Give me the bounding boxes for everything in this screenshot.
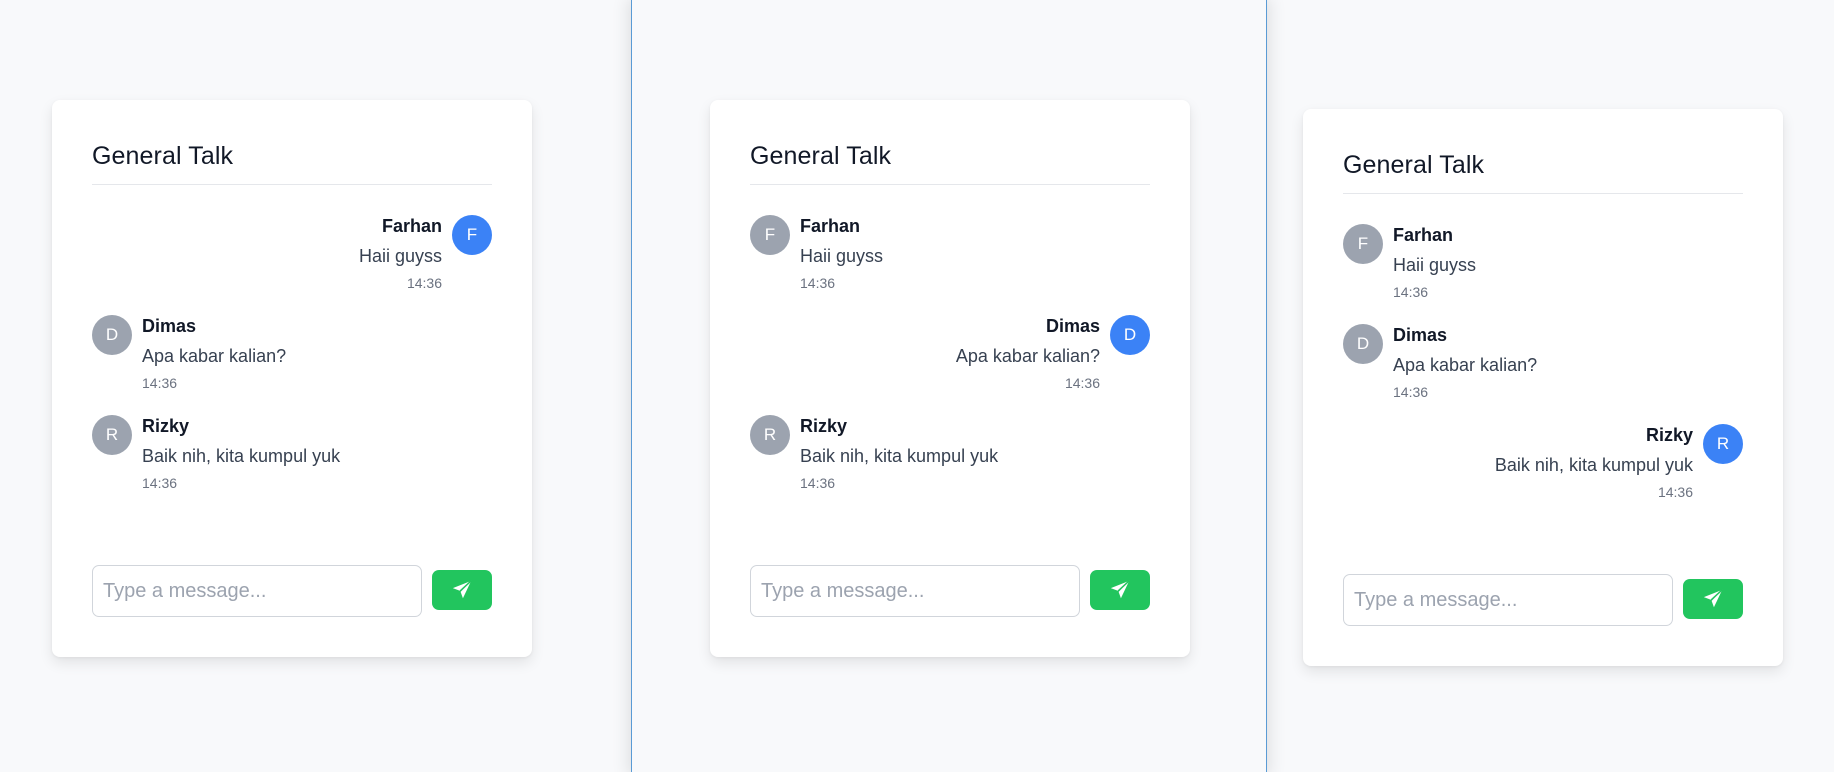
message-text: Apa kabar kalian?: [955, 346, 1100, 366]
sender-name: Rizky: [1645, 425, 1693, 445]
message-time: 14:36: [800, 275, 836, 291]
avatar[interactable]: F: [750, 215, 790, 255]
message-text: Haii guyss: [1393, 255, 1477, 275]
message-item: D Dimas Apa kabar kalian? 14:36: [92, 315, 492, 405]
sender-name: Rizky: [800, 416, 848, 436]
message-time: 14:36: [800, 475, 836, 491]
avatar[interactable]: D: [92, 315, 132, 355]
chat-title: General Talk: [92, 142, 234, 170]
message-text: Haii guyss: [358, 246, 442, 266]
message-text: Apa kabar kalian?: [142, 346, 287, 366]
message-time: 14:36: [1064, 375, 1100, 391]
message-text: Apa kabar kalian?: [1393, 355, 1538, 375]
sender-name: Dimas: [1045, 316, 1100, 336]
avatar[interactable]: D: [1343, 324, 1383, 364]
chat-panel-1: General Talk F Farhan Haii guyss 14:36 D…: [52, 100, 532, 657]
message-item: R Rizky Baik nih, kita kumpul yuk 14:36: [92, 415, 492, 505]
message-input[interactable]: [92, 565, 422, 617]
message-composer: [92, 565, 492, 617]
paper-plane-icon: [1110, 580, 1130, 599]
paper-plane-icon: [1703, 589, 1723, 608]
send-button[interactable]: [1090, 570, 1150, 610]
message-item: R Rizky Baik nih, kita kumpul yuk 14:36: [750, 415, 1150, 505]
message-text: Baik nih, kita kumpul yuk: [800, 446, 999, 466]
avatar[interactable]: D: [1110, 315, 1150, 355]
message-item: D Dimas Apa kabar kalian? 14:36: [750, 315, 1150, 405]
title-divider: [92, 184, 492, 185]
avatar[interactable]: F: [1343, 224, 1383, 264]
avatar[interactable]: R: [92, 415, 132, 455]
message-time: 14:36: [1657, 484, 1693, 500]
message-text: Haii guyss: [800, 246, 884, 266]
message-time: 14:36: [406, 275, 442, 291]
sender-name: Dimas: [1393, 325, 1448, 345]
message-composer: [1343, 574, 1743, 626]
message-input[interactable]: [1343, 574, 1673, 626]
message-time: 14:36: [1393, 284, 1429, 300]
message-composer: [750, 565, 1150, 617]
message-text: Baik nih, kita kumpul yuk: [142, 446, 341, 466]
title-divider: [1343, 193, 1743, 194]
message-time: 14:36: [142, 475, 178, 491]
paper-plane-icon: [452, 580, 472, 599]
message-text: Baik nih, kita kumpul yuk: [1494, 455, 1693, 475]
sender-name: Farhan: [800, 216, 861, 236]
avatar[interactable]: R: [1703, 424, 1743, 464]
message-item: F Farhan Haii guyss 14:36: [92, 215, 492, 305]
send-button[interactable]: [1683, 579, 1743, 619]
sender-name: Farhan: [381, 216, 442, 236]
avatar[interactable]: F: [452, 215, 492, 255]
chat-panel-2: General Talk F Farhan Haii guyss 14:36 D…: [710, 100, 1190, 657]
message-item: F Farhan Haii guyss 14:36: [750, 215, 1150, 305]
send-button[interactable]: [432, 570, 492, 610]
sender-name: Dimas: [142, 316, 197, 336]
message-item: D Dimas Apa kabar kalian? 14:36: [1343, 324, 1743, 414]
sender-name: Rizky: [142, 416, 190, 436]
avatar[interactable]: R: [750, 415, 790, 455]
message-input[interactable]: [750, 565, 1080, 617]
message-time: 14:36: [142, 375, 178, 391]
message-time: 14:36: [1393, 384, 1429, 400]
title-divider: [750, 184, 1150, 185]
chat-title: General Talk: [1343, 151, 1485, 179]
chat-panel-3: General Talk F Farhan Haii guyss 14:36 D…: [1303, 109, 1783, 666]
chat-title: General Talk: [750, 142, 892, 170]
sender-name: Farhan: [1393, 225, 1454, 245]
message-item: R Rizky Baik nih, kita kumpul yuk 14:36: [1343, 424, 1743, 514]
message-item: F Farhan Haii guyss 14:36: [1343, 224, 1743, 314]
